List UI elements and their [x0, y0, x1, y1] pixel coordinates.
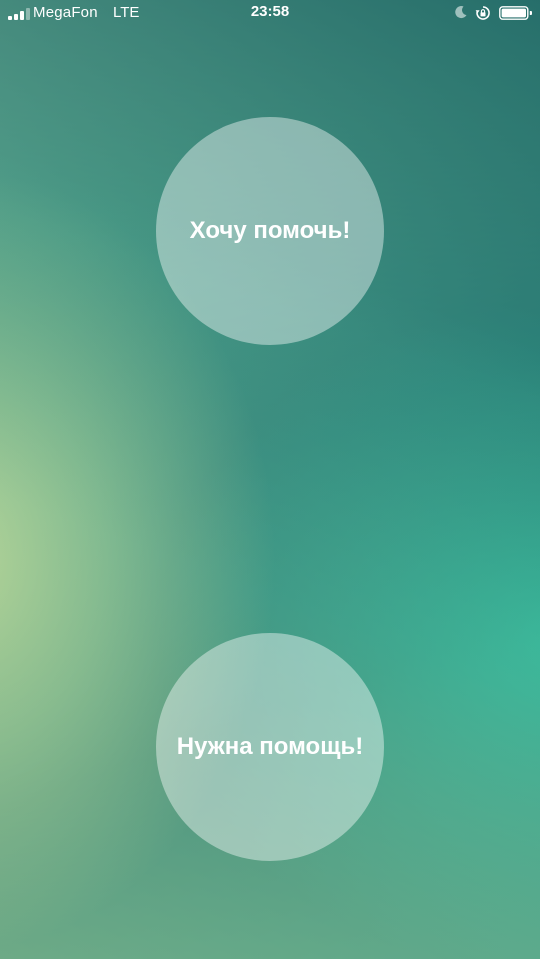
offer-help-button[interactable]: Хочу помочь! [156, 117, 384, 345]
need-help-label: Нужна помощь! [176, 733, 364, 760]
battery-icon [499, 6, 532, 20]
moon-icon [455, 6, 467, 19]
need-help-button[interactable]: Нужна помощь! [156, 633, 384, 861]
offer-help-label: Хочу помочь! [189, 217, 351, 244]
status-bar: MegaFon LTE 23:58 [0, 0, 540, 28]
orientation-lock-icon [475, 6, 490, 20]
